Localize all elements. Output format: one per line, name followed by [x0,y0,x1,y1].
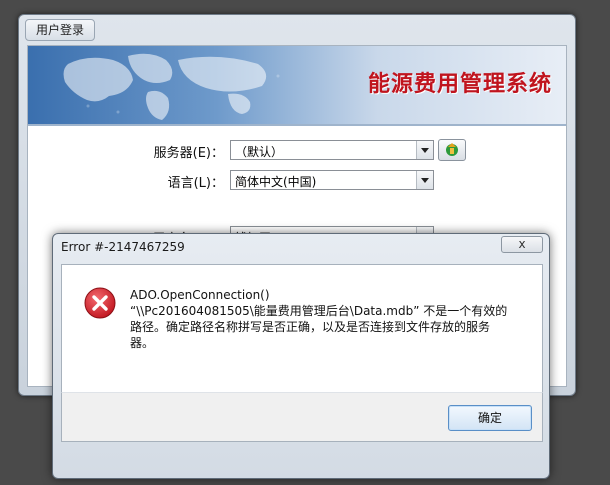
dialog-title: Error #-2147467259 [61,240,185,254]
banner-divider [28,124,566,126]
banner-title: 能源费用管理系统 [367,72,552,97]
language-value: 简体中文(中国) [235,175,317,189]
chevron-down-icon[interactable] [416,141,433,159]
message-line: 器。 [130,336,155,350]
server-connect-button[interactable] [438,139,466,161]
close-button[interactable]: x [501,236,543,253]
server-value: （默认） [235,145,284,159]
language-select[interactable]: 简体中文(中国) [230,170,434,190]
close-icon: x [518,237,526,251]
plug-icon [446,143,458,156]
error-message: ADO.OpenConnection() “\\Pc201604081505\能… [130,287,520,351]
server-label: 服务器(E)： [153,146,224,161]
message-line: ADO.OpenConnection() [130,288,270,302]
message-line: “\\Pc201604081505\能量费用管理后台\Data.mdb” 不是一… [130,304,508,318]
banner: 能源费用管理系统 [28,46,566,124]
chevron-down-icon[interactable] [416,171,433,189]
dialog-body: ADO.OpenConnection() “\\Pc201604081505\能… [61,264,543,394]
dialog-footer: 确定 [61,392,543,442]
login-window-title: 用户登录 [25,19,96,41]
ok-button[interactable]: 确定 [448,405,532,431]
language-label: 语言(L)： [167,176,224,191]
message-line: 路径。确定路径名称拼写是否正确，以及是否连接到文件存放的服务 [130,320,491,334]
error-icon [84,287,116,319]
error-dialog: Error #-2147467259 x ADO.OpenConnection(… [52,233,550,479]
server-select[interactable]: （默认） [230,140,434,160]
